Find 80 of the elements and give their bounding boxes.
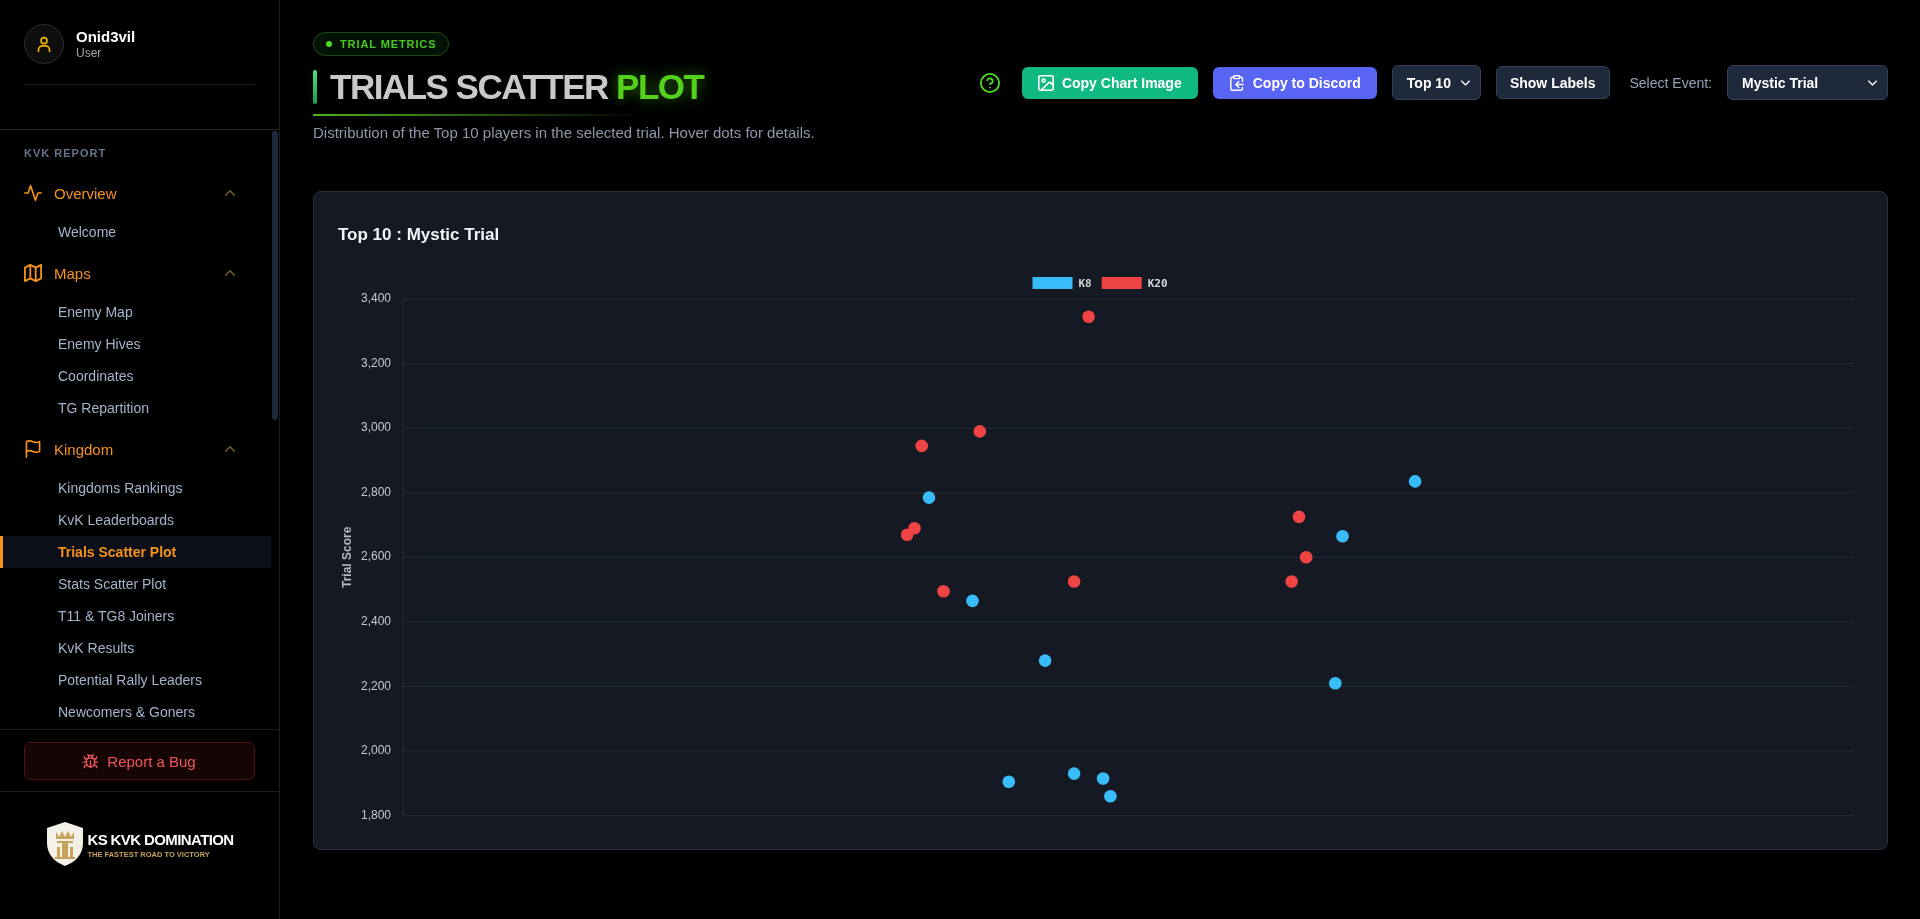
dot-icon [326,41,332,47]
legend-swatch[interactable] [1032,277,1073,289]
accent-bar [313,70,317,104]
help-icon[interactable] [979,72,1000,93]
data-point[interactable] [1002,775,1016,788]
chevron-down-icon [1868,79,1877,86]
user-name: Onid3vil [76,27,136,46]
data-point[interactable] [973,425,987,438]
nav-link[interactable]: KvK Leaderboards [0,504,271,536]
data-point[interactable] [908,521,921,535]
user-role: User [76,45,103,61]
image-icon [1037,74,1054,91]
legend-swatch[interactable] [1101,277,1142,289]
data-point[interactable] [1067,767,1081,780]
y-tick-label: 2,400 [360,614,391,629]
nav-link[interactable]: Potential Rally Leaders [0,664,271,696]
data-point[interactable] [1038,654,1052,667]
shield-logo-icon [45,821,86,867]
event-select-label: Select Event: [1629,74,1712,91]
nav-group-button[interactable]: Overview [0,173,262,213]
page-description: Distribution of the Top 10 players in the selected trial. Hover dots for details. [313,123,815,143]
nav-link[interactable]: Coordinates [0,360,271,392]
nav-link[interactable]: Newcomers & Goners [0,696,271,728]
data-point[interactable] [922,491,936,504]
scrollbar-thumb[interactable] [272,131,278,420]
y-tick-label: 2,200 [360,678,391,693]
chart-title: Top 10 : Mystic Trial [338,224,500,246]
nav-link[interactable]: Enemy Map [0,296,271,328]
data-point[interactable] [1082,310,1095,324]
data-point[interactable] [1096,772,1110,785]
y-tick-label: 2,600 [360,549,391,564]
chevron-up-icon [225,446,235,452]
data-point[interactable] [1285,575,1298,588]
nav-link[interactable]: Kingdoms Rankings [0,472,271,504]
y-tick-label: 3,200 [360,355,391,370]
pulse-icon [24,184,42,202]
bug-icon [83,753,99,769]
nav-group-button[interactable]: Maps [0,253,262,293]
nav-group-button[interactable]: Kingdom [0,429,262,469]
y-tick-label: 3,400 [360,291,391,306]
page-title: TRIALS SCATTER PLOT [330,66,704,108]
legend-label[interactable]: K8 [1078,276,1092,290]
nav-link[interactable]: Stats Scatter Plot [0,568,271,600]
copy-to-discord-button[interactable]: Copy to Discord [1212,66,1377,99]
event-select[interactable]: Mystic Trial [1727,65,1888,100]
data-point[interactable] [1292,510,1306,524]
chevron-up-icon [225,270,235,276]
chevron-up-icon [225,190,235,196]
data-point[interactable] [966,594,979,608]
clipboard-icon [1228,74,1245,91]
data-point[interactable] [1408,475,1422,488]
user-avatar-icon [24,24,64,64]
flag-icon [24,440,42,458]
nav-link[interactable]: T11 & TG8 Joiners [0,600,271,632]
data-point[interactable] [937,584,950,598]
nav-section-label: KVK REPORT [24,146,107,160]
show-labels-button[interactable]: Show Labels [1495,66,1610,99]
y-tick-label: 2,000 [360,743,391,758]
top-count-select[interactable]: Top 10 [1391,65,1481,100]
nav-link[interactable]: Welcome [0,216,271,248]
chevron-down-icon [1460,79,1470,86]
data-point[interactable] [915,439,928,453]
nav-link[interactable]: TG Repartition [0,392,271,424]
data-point[interactable] [1336,530,1349,543]
y-axis-title: Trial Score [340,526,355,588]
logo-title: KS KVK DOMINATION [87,831,234,848]
y-tick-label: 3,000 [360,420,391,435]
nav-link[interactable]: Enemy Hives [0,328,271,360]
report-bug-button[interactable]: Report a Bug [24,742,255,780]
nav-link[interactable]: KvK Results [0,632,271,664]
map-icon [24,264,42,282]
legend-label[interactable]: K20 [1147,276,1168,290]
y-tick-label: 1,800 [360,807,391,822]
data-point[interactable] [1299,551,1313,564]
data-point[interactable] [1104,789,1117,803]
badge-label: TRIAL METRICS [340,37,437,51]
data-point[interactable] [1329,676,1342,690]
nav-link[interactable]: Trials Scatter Plot [0,536,271,568]
y-tick-label: 2,800 [360,484,391,499]
data-point[interactable] [1067,575,1081,588]
